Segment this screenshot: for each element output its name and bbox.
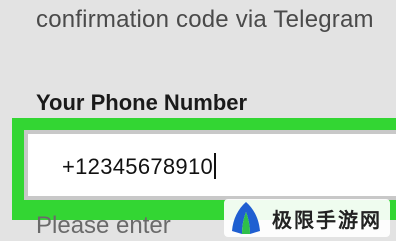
shield-logo-icon — [232, 202, 260, 234]
phone-number-input[interactable]: +12345678910 — [24, 130, 396, 200]
intro-text: confirmation code via Telegram — [36, 6, 374, 33]
watermark: 极限手游网 — [224, 199, 390, 237]
phone-number-label: Your Phone Number — [36, 90, 248, 115]
watermark-text: 极限手游网 — [272, 207, 382, 232]
phone-number-value[interactable]: +12345678910 — [62, 154, 213, 179]
phone-number-value-wrap[interactable]: +12345678910 — [62, 153, 217, 180]
hint-text: Please enter — [36, 212, 171, 239]
text-caret — [214, 153, 217, 179]
